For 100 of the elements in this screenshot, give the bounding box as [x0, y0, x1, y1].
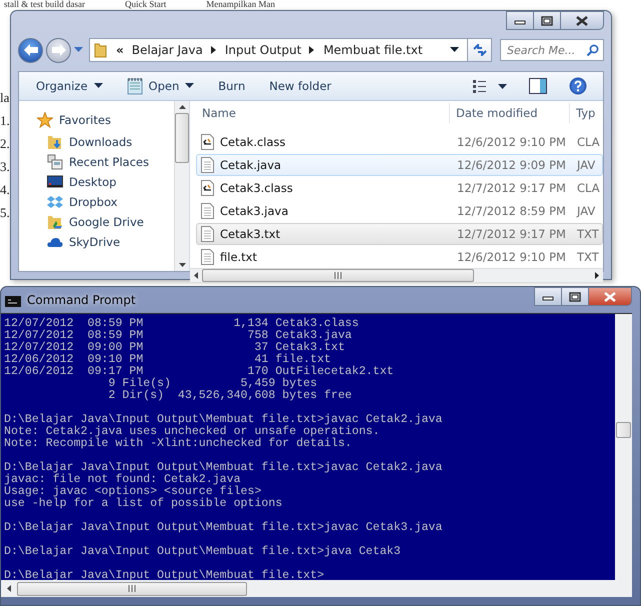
recent-places-icon — [47, 154, 63, 170]
search-field[interactable]: Search Me... — [500, 39, 604, 61]
text-file-icon — [201, 249, 214, 265]
help-icon — [569, 77, 587, 95]
console-line: javac: file not found: Cetak2.java — [4, 474, 241, 486]
notepad-icon — [126, 77, 143, 95]
scrollbar-thumb[interactable] — [616, 422, 631, 438]
console-line: 12/07/2012 09:00 PM 37 Cetak3.txt — [4, 342, 346, 354]
console-line: 12/07/2012 08:59 PM 1,134 Cetak3.class — [4, 318, 360, 330]
close-icon — [603, 292, 617, 302]
breadcrumb-arrow-icon[interactable] — [309, 46, 316, 54]
document-text: 3. — [0, 159, 10, 175]
document-text: la — [0, 90, 10, 106]
folder-drive-icon — [47, 214, 63, 230]
column-header[interactable]: Typ — [570, 103, 600, 123]
toolbar-button[interactable]: New folder — [260, 76, 340, 96]
toolbar-button[interactable]: Open — [118, 74, 204, 98]
file-name: Cetak.java — [220, 158, 282, 172]
close-button[interactable] — [560, 11, 604, 30]
scrollbar[interactable] — [615, 314, 632, 580]
breadcrumb-item[interactable]: Membuat file.txt — [323, 43, 423, 57]
file-name: Cetak3.java — [220, 204, 288, 218]
sidebar-item[interactable]: Desktop — [37, 173, 174, 190]
sidebar-item[interactable]: Dropbox — [37, 193, 174, 210]
document-text: Menampilkan Man — [206, 0, 275, 9]
scroll-right-icon — [595, 272, 599, 279]
toolbar-button[interactable]: Organize — [27, 76, 112, 96]
column-header[interactable]: Date modified — [450, 103, 570, 123]
window-title: Command Prompt — [27, 293, 136, 307]
scrollbar-thumb[interactable] — [202, 269, 474, 282]
scroll-down-icon — [178, 263, 186, 267]
document-text: 4. — [0, 182, 10, 198]
sidebar-item[interactable]: Google Drive — [37, 213, 174, 230]
grip-icon — [334, 272, 342, 279]
date-cell-text: 12/6/2012 9:10 PM — [456, 250, 567, 264]
file-row[interactable]: Cetak3.class 12/7/2012 9:17 PM CLA — [196, 177, 603, 199]
document-text: 1. — [0, 113, 10, 129]
breadcrumb-arrow-icon[interactable] — [210, 46, 217, 54]
file-row[interactable]: file.txt 12/6/2012 9:10 PM TXT — [196, 246, 603, 268]
console-line: Note: Recompile with -Xlint:unchecked for details. — [4, 438, 353, 450]
sidebar-header[interactable]: Favorites — [37, 111, 174, 128]
toolbar-button[interactable]: Burn — [209, 76, 254, 96]
folder-download-icon — [47, 134, 63, 150]
file-row[interactable]: Cetak3.txt 12/7/2012 9:17 PM TXT — [196, 223, 603, 245]
address-bar[interactable]: « Belajar Java Input Output Membuat file.txt — [89, 38, 492, 62]
console-line: 12/06/2012 09:10 PM 41 file.txt — [4, 354, 331, 366]
scroll-up-icon — [178, 105, 186, 109]
folder-icon — [94, 42, 108, 58]
type-cell-text: TXT — [576, 227, 600, 241]
minimize-button[interactable] — [534, 287, 562, 306]
class-file-icon — [201, 134, 214, 150]
details-view-icon — [473, 79, 507, 93]
file-row[interactable]: Cetak.class 12/6/2012 9:10 PM CLA — [196, 131, 603, 153]
breadcrumb-item[interactable]: Belajar Java — [132, 43, 203, 57]
console-line: D:\Belajar Java\Input Output\Membuat file.txt>javac Cetak2.java — [4, 414, 444, 426]
breadcrumb-item[interactable]: Input Output — [224, 43, 302, 57]
forward-button[interactable] — [46, 38, 71, 62]
maximize-button[interactable] — [533, 11, 561, 30]
close-button[interactable] — [588, 287, 632, 306]
minimize-button[interactable] — [506, 11, 534, 30]
dropdown-arrow-icon[interactable] — [450, 47, 459, 53]
search-icon — [586, 44, 599, 57]
back-arrow-icon — [22, 43, 38, 57]
sidebar-item[interactable]: SkyDrive — [37, 233, 174, 250]
console-line: Usage: javac <options> <source files> — [4, 486, 262, 498]
file-name: file.txt — [220, 250, 257, 264]
maximize-button[interactable] — [561, 287, 589, 306]
dropdown-arrow-icon — [94, 83, 103, 89]
file-row[interactable]: Cetak.java 12/6/2012 9:09 PM JAV — [196, 154, 603, 176]
console-line: D:\Belajar Java\Input Output\Membuat file.txt>javac Cetak2.java — [4, 462, 444, 474]
console-line: D:\Belajar Java\Input Output\Membuat file.txt>java Cetak3 — [4, 546, 402, 558]
dropbox-icon — [47, 194, 63, 208]
breadcrumb-overflow[interactable]: « — [116, 43, 124, 57]
console-line: 2 Dir(s) 43,526,340,608 bytes free — [107, 390, 353, 402]
file-row[interactable]: Cetak3.java 12/7/2012 8:59 PM JAV — [196, 200, 603, 222]
scrollbar[interactable] — [174, 101, 189, 271]
refresh-button[interactable] — [467, 39, 491, 61]
maximize-icon — [569, 292, 581, 302]
type-cell-text: CLA — [576, 135, 601, 149]
sidebar-item[interactable]: Recent Places — [37, 153, 174, 170]
sidebar-item[interactable]: Downloads — [37, 133, 174, 150]
file-name: Cetak3.txt — [220, 227, 280, 241]
scrollbar-thumb[interactable] — [175, 113, 189, 163]
file-name: Cetak.class — [220, 135, 286, 149]
console-line: D:\Belajar Java\Input Output\Membuat file.txt>javac Cetak3.java — [4, 522, 444, 534]
date-cell-text: 12/6/2012 9:09 PM — [456, 158, 567, 172]
history-dropdown-icon[interactable] — [74, 47, 83, 53]
forward-arrow-icon — [50, 43, 66, 57]
date-cell-text: 12/7/2012 9:17 PM — [456, 227, 567, 241]
console-line: 9 File(s) 5,459 bytes — [107, 378, 318, 390]
back-button[interactable] — [18, 38, 43, 62]
scrollbar-thumb[interactable] — [17, 582, 247, 596]
scrollbar[interactable] — [190, 268, 603, 282]
preview-pane-icon — [529, 78, 547, 94]
console-line: Note: Cetak2.java uses unchecked or unsafe operations. — [4, 426, 381, 438]
scrollbar[interactable] — [1, 580, 632, 597]
star-icon — [37, 112, 53, 128]
console-line: use -help for a list of possible options — [4, 498, 284, 510]
column-header[interactable]: Name — [190, 103, 450, 123]
refresh-icon — [472, 44, 486, 56]
